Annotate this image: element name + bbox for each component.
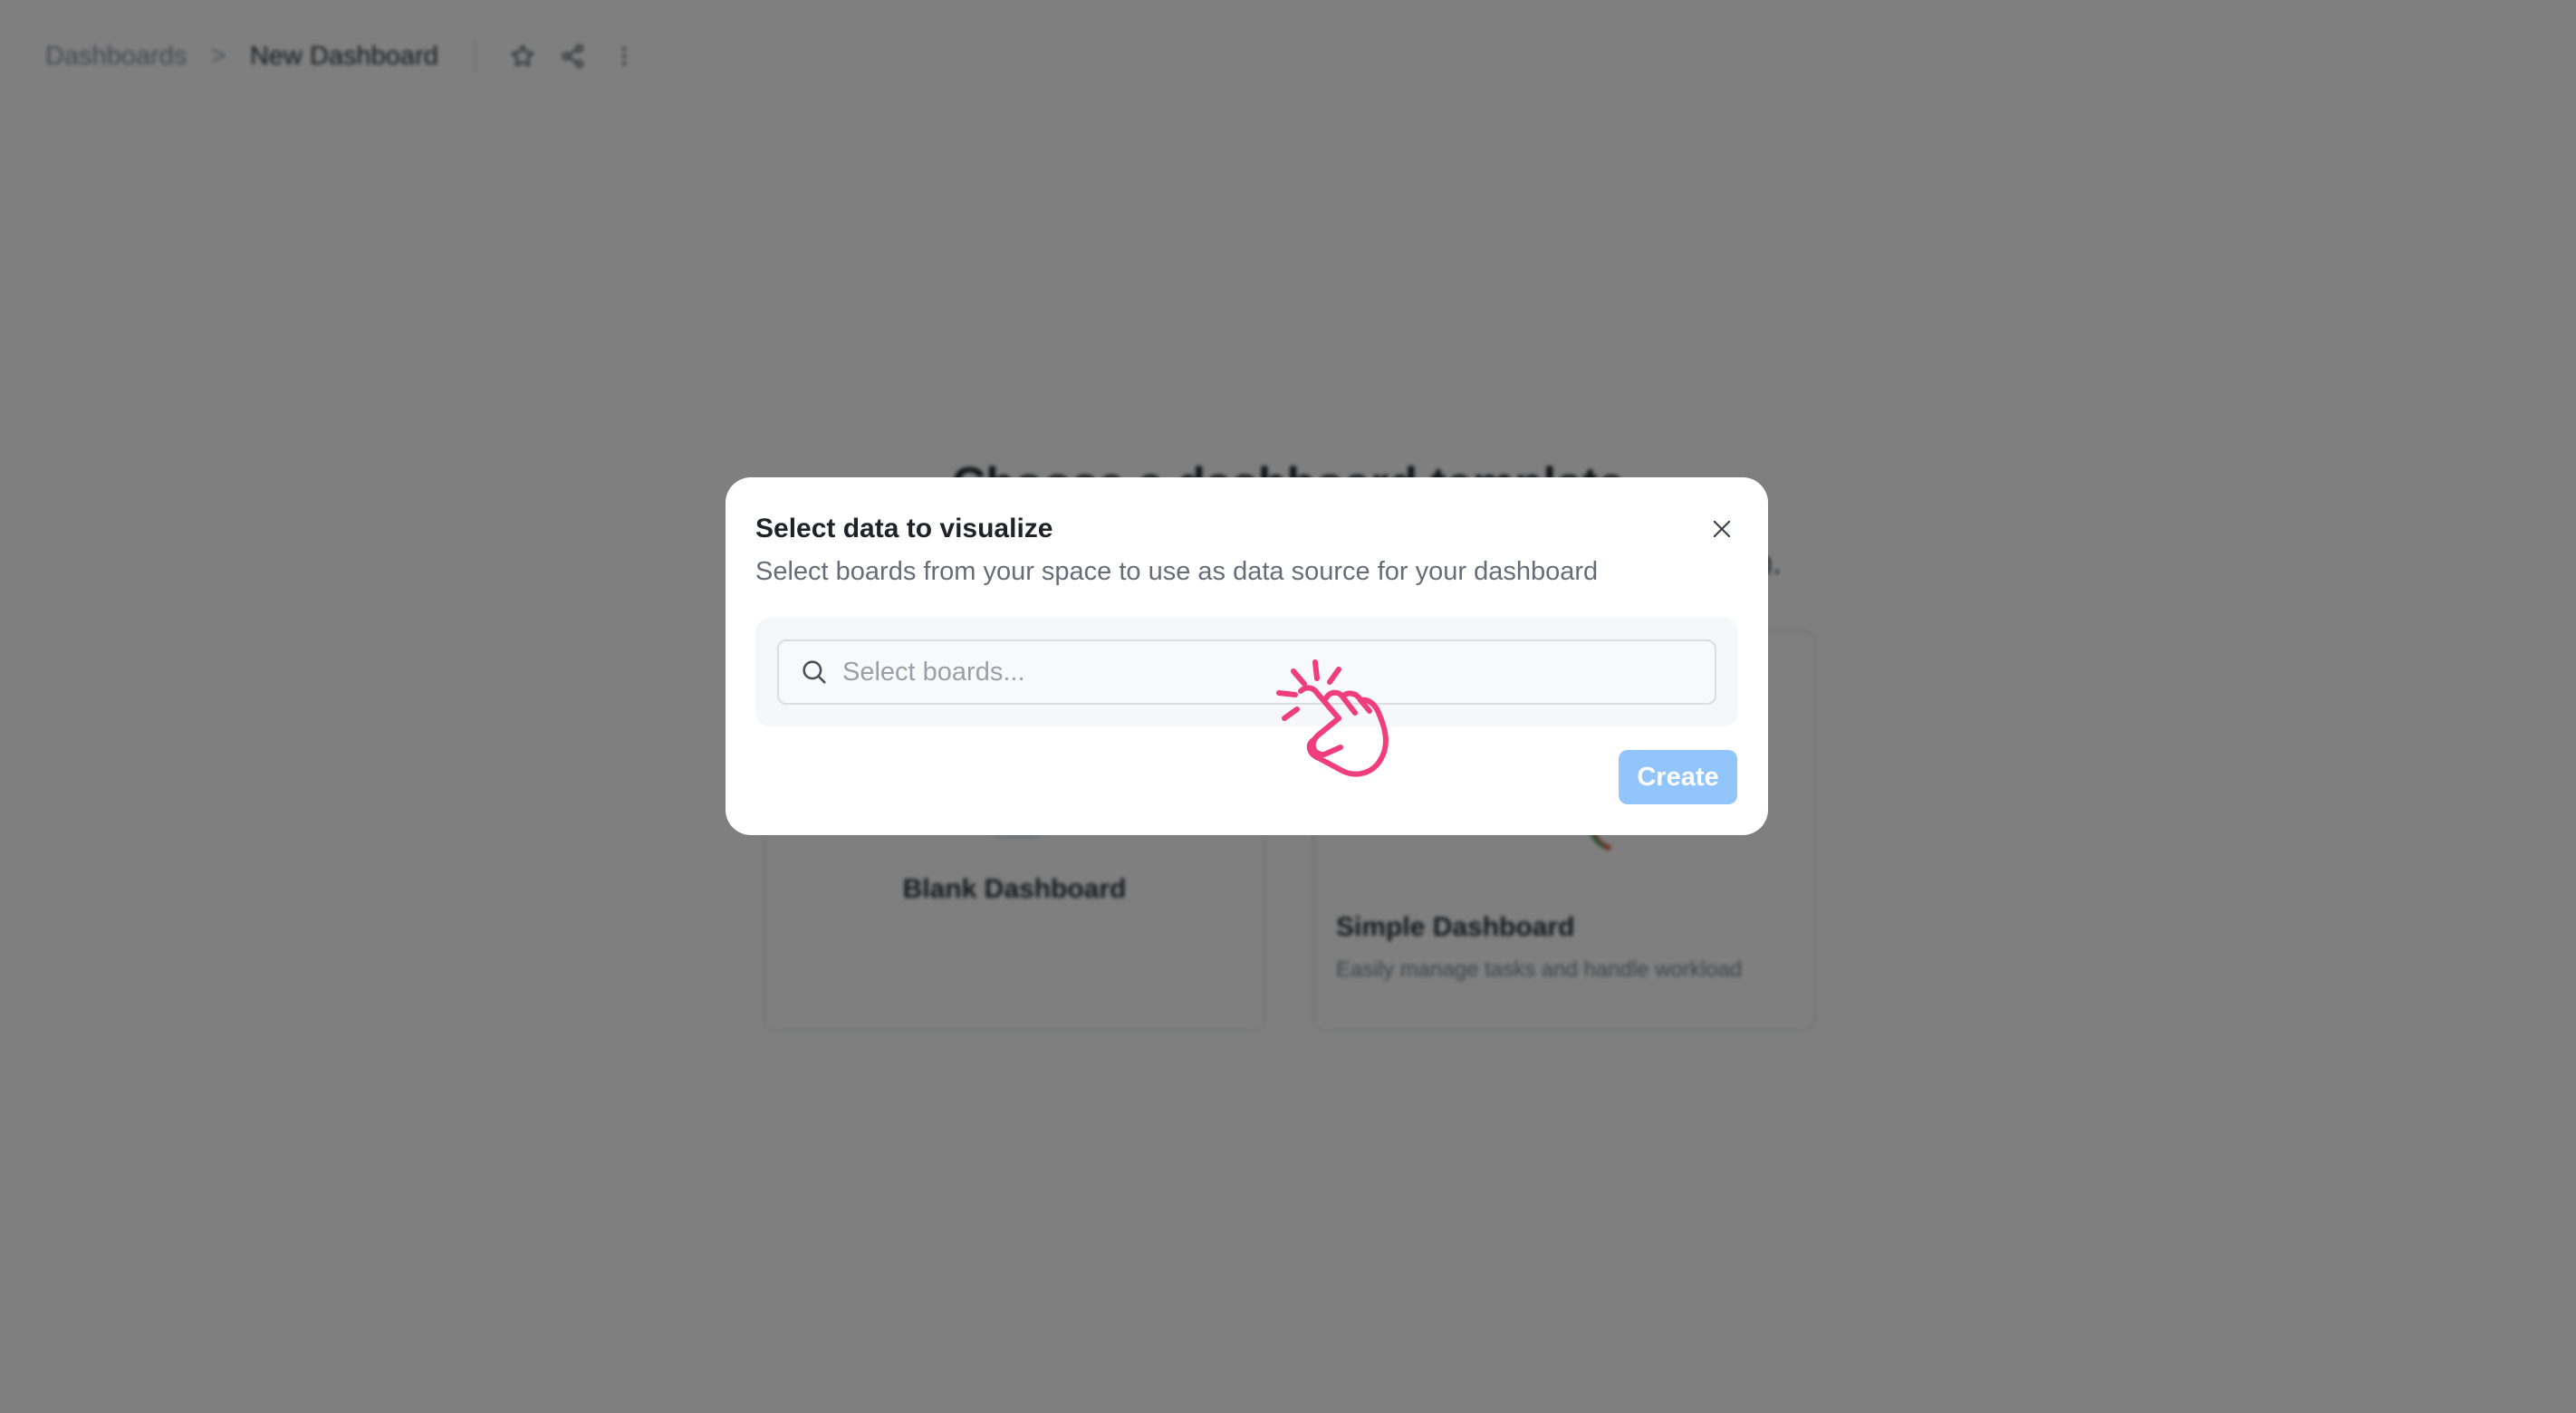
- board-search-box[interactable]: [777, 639, 1716, 705]
- board-search-input[interactable]: [841, 656, 1659, 688]
- search-icon: [799, 657, 830, 687]
- select-data-modal: Select data to visualize Select boards f…: [726, 477, 1768, 835]
- close-icon: [1713, 520, 1731, 538]
- modal-subtitle: Select boards from your space to use as …: [755, 557, 1599, 586]
- board-search-container: [755, 618, 1738, 726]
- modal-title: Select data to visualize: [755, 514, 1053, 543]
- close-button[interactable]: [1701, 508, 1743, 550]
- create-button[interactable]: Create: [1619, 750, 1737, 804]
